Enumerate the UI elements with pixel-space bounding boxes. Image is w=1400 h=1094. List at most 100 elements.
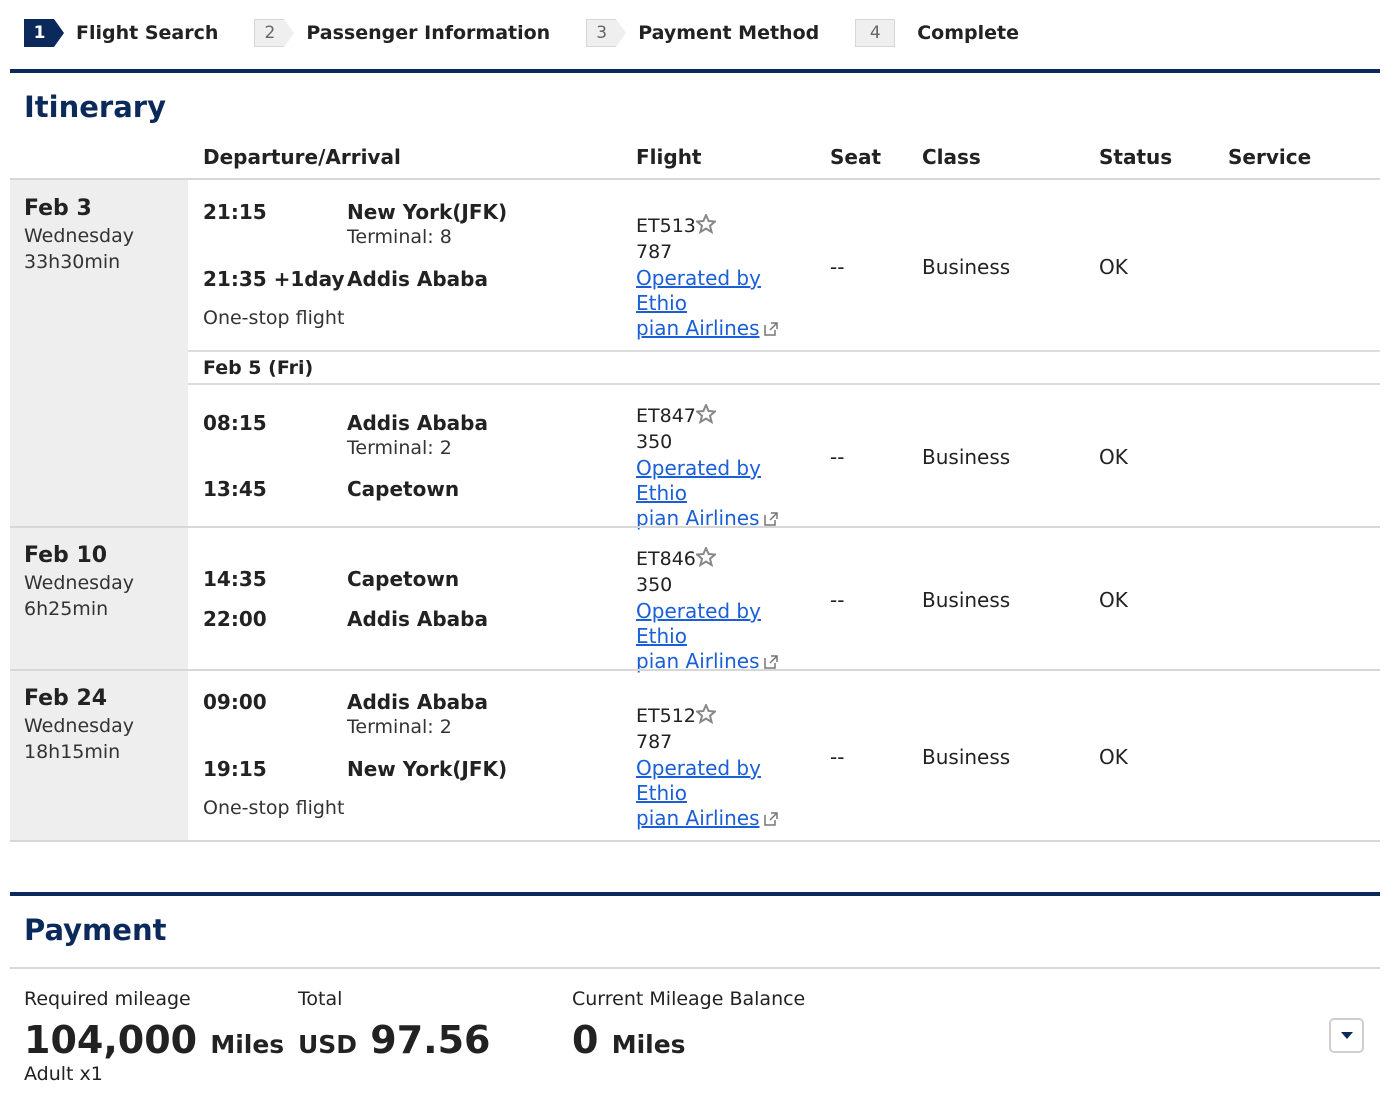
payment-title: Payment [24,913,167,947]
operator-link-line1[interactable]: Operated by Ethio [636,599,761,648]
step-number: 1 [24,19,64,47]
flight-number: ET513 [636,215,696,237]
segment-date-header: Feb 5 (Fri) [203,357,314,379]
col-header-class: Class [922,145,981,169]
arrival-time: 19:15 [203,757,267,781]
itinerary-title: Itinerary [24,90,166,124]
flight-number-wrap: ET512 [636,704,716,727]
arrival-city: New York(JFK) [347,757,508,781]
departure-terminal: Terminal: 2 [347,437,452,459]
status-value: OK [1099,588,1128,612]
trip-date: Feb 3 [24,196,92,221]
departure-time: 08:15 [203,411,267,435]
progress-steps: 1 Flight Search 2 Passenger Information … [24,18,1055,48]
arrival-time: 21:35 +1day [203,267,345,291]
operator-link[interactable]: Operated by Ethio pian Airlines [636,756,816,831]
step-complete: 4 Complete [855,19,1019,47]
flight-number: ET512 [636,705,696,727]
aircraft-type: 787 [636,241,673,263]
star-alliance-icon [695,214,716,234]
departure-terminal: Terminal: 2 [347,716,452,738]
trip-duration: 33h30min [24,251,121,273]
stop-note: One-stop flight [203,797,345,819]
status-value: OK [1099,745,1128,769]
chevron-down-icon [1340,1032,1353,1039]
step-label: Payment Method [638,22,820,44]
class-value: Business [922,588,1011,612]
col-header-flight: Flight [636,145,702,169]
step-number: 2 [254,19,295,47]
trip-duration: 18h15min [24,741,121,763]
segment-divider [188,350,1380,352]
status-value: OK [1099,445,1128,469]
step-flight-search: 1 Flight Search [24,19,218,47]
flight-number: ET847 [636,405,696,427]
col-header-departure-arrival: Departure/Arrival [203,145,401,169]
seat-value: -- [830,255,845,279]
row-divider [10,840,1380,842]
balance-amount: 0 Miles [572,1018,686,1062]
star-alliance-icon [695,404,716,424]
section-divider [10,892,1380,896]
trip-weekday: Wednesday [24,225,135,247]
payment-header-divider [10,967,1380,969]
trip-weekday: Wednesday [24,715,135,737]
trip-duration: 6h25min [24,598,109,620]
status-value: OK [1099,255,1128,279]
arrival-city: Addis Ababa [347,607,488,631]
flight-number: ET846 [636,548,696,570]
col-header-status: Status [1099,145,1173,169]
required-mileage-label: Required mileage [24,988,191,1010]
step-payment-method: 3 Payment Method [586,19,819,47]
step-label: Passenger Information [306,22,551,44]
required-mileage-unit: Miles [210,1030,285,1059]
operator-link-line2[interactable]: pian Airlines [636,316,760,340]
operator-link-line1[interactable]: Operated by Ethio [636,756,761,805]
balance-label: Current Mileage Balance [572,988,806,1010]
operator-link-line1[interactable]: Operated by Ethio [636,456,761,505]
seat-value: -- [830,588,845,612]
departure-time: 14:35 [203,567,267,591]
operator-link[interactable]: Operated by Ethio pian Airlines [636,456,816,531]
arrival-city: Addis Ababa [347,267,488,291]
aircraft-type: 350 [636,574,673,596]
departure-city: Addis Ababa [347,411,488,435]
external-link-icon [763,512,778,526]
seat-value: -- [830,745,845,769]
row-divider [10,669,1380,671]
arrival-city: Capetown [347,477,460,501]
expand-details-button[interactable] [1329,1018,1364,1053]
operator-link[interactable]: Operated by Ethio pian Airlines [636,599,816,674]
segment-divider [188,383,1380,385]
step-passenger-information: 2 Passenger Information [254,19,550,47]
total-currency: USD [298,1030,358,1059]
balance-unit: Miles [611,1030,686,1059]
section-divider [10,69,1380,73]
trip-date: Feb 10 [24,543,108,568]
header-divider [10,178,1380,180]
balance-value: 0 [572,1018,599,1062]
star-alliance-icon [695,704,716,724]
total-label: Total [298,988,343,1010]
col-header-service: Service [1228,145,1312,169]
departure-time: 09:00 [203,690,267,714]
step-label: Complete [917,22,1019,44]
operator-link-line2[interactable]: pian Airlines [636,806,760,830]
operator-link-line1[interactable]: Operated by Ethio [636,266,761,315]
stop-note: One-stop flight [203,307,345,329]
step-number: 3 [586,19,627,47]
seat-value: -- [830,445,845,469]
arrival-time: 13:45 [203,477,267,501]
external-link-icon [763,812,778,826]
step-label: Flight Search [76,22,219,44]
flight-number-wrap: ET513 [636,214,716,237]
total-value: 97.56 [370,1018,491,1062]
operator-link[interactable]: Operated by Ethio pian Airlines [636,266,816,341]
required-mileage: 104,000 Miles [24,1018,284,1062]
class-value: Business [922,745,1011,769]
trip-weekday: Wednesday [24,572,135,594]
trip-date: Feb 24 [24,686,108,711]
col-header-seat: Seat [830,145,882,169]
step-number: 4 [855,19,896,47]
class-value: Business [922,255,1011,279]
